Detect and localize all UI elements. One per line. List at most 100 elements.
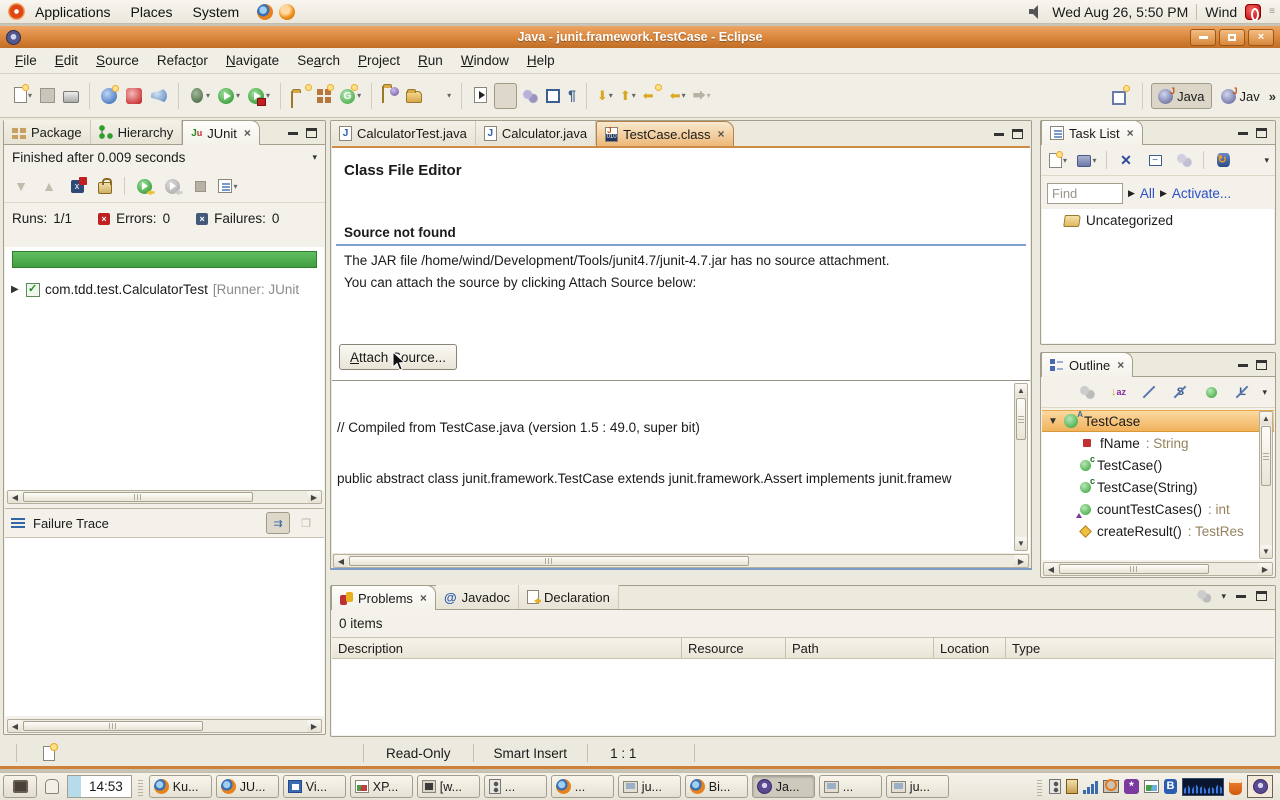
forward-button[interactable]: ⮕ ▾ (691, 83, 713, 109)
outline-member-createresult[interactable]: createResult() : TestRes (1042, 520, 1274, 542)
rerun-failed-first-button[interactable] (161, 176, 183, 196)
sort-button[interactable]: ↓az (1107, 382, 1129, 402)
menu-help[interactable]: Help (518, 48, 564, 74)
eclipse-tray-window[interactable] (1247, 775, 1273, 798)
run-external-button[interactable]: ▾ (245, 83, 272, 109)
perspective-java-browsing-button[interactable]: Jav (1215, 83, 1266, 109)
show-whitespace-button[interactable]: ¶ (566, 83, 578, 109)
window-titlebar[interactable]: Java - junit.framework.TestCase - Eclips… (0, 26, 1280, 48)
expander-icon[interactable]: ▼ (1048, 416, 1058, 427)
minimize-view-icon[interactable] (1236, 594, 1246, 598)
previous-failed-test-button[interactable]: ▲ (38, 176, 60, 196)
scroll-left-icon[interactable]: ◀ (8, 491, 22, 503)
outline-hscrollbar[interactable]: ◀ ▶ (1043, 562, 1273, 576)
taskbar-window-bi[interactable]: Bi... (684, 775, 748, 798)
taskbar-window-ku[interactable]: Ku... (148, 775, 212, 798)
save-button[interactable] (37, 83, 58, 109)
close-tab-icon[interactable]: × (244, 126, 251, 140)
linked-dots-button[interactable] (520, 83, 540, 109)
outline-root-testcase[interactable]: ▼ TestCase (1042, 410, 1274, 432)
taskbar-clock[interactable]: 14:53 (67, 775, 132, 798)
categorize-button[interactable]: ▾ (1076, 150, 1098, 170)
taskbar-window-java-eclipse[interactable]: Ja... (751, 775, 815, 798)
show-trace-in-console-button[interactable]: ⇉ (266, 512, 290, 534)
menu-file[interactable]: File (6, 48, 46, 74)
perspective-java-button[interactable]: Java (1151, 83, 1212, 109)
minimize-view-icon[interactable] (288, 131, 298, 135)
outline-member-fname[interactable]: fName : String (1042, 432, 1274, 454)
menu-search[interactable]: Search (288, 48, 349, 74)
open-perspective-button[interactable] (1105, 83, 1134, 109)
column-description[interactable]: Description (332, 638, 682, 658)
focus-button[interactable] (1076, 382, 1098, 402)
compare-result-button[interactable]: ❐ (294, 512, 318, 534)
taskbar-window-xp[interactable]: XP... (349, 775, 413, 798)
new-wizard-button[interactable]: ▾ (8, 83, 34, 109)
scroll-lock-button[interactable] (94, 176, 116, 196)
ubuntu-one-launcher-icon[interactable] (279, 3, 296, 20)
menu-edit[interactable]: Edit (46, 48, 87, 74)
show-desktop-button[interactable] (3, 775, 37, 798)
junit-view-hscrollbar[interactable]: ◀ ▶ (7, 719, 322, 733)
view-menu-icon[interactable]: ▾ (1262, 387, 1267, 398)
taskbar-window-audio[interactable]: ... (483, 775, 547, 798)
all-link[interactable]: All (1140, 186, 1155, 201)
scroll-left-icon[interactable]: ◀ (334, 555, 348, 567)
scroll-down-icon[interactable]: ▼ (1015, 537, 1027, 550)
scroll-down-icon[interactable]: ▼ (1260, 545, 1272, 558)
column-path[interactable]: Path (786, 638, 934, 658)
taskbar-window-terminal[interactable]: [w... (416, 775, 480, 798)
taskbar-window-ju-1[interactable]: ju... (617, 775, 681, 798)
menu-project[interactable]: Project (349, 48, 409, 74)
tab-calculatortest-java[interactable]: J CalculatorTest.java (331, 121, 476, 145)
code-vscrollbar[interactable]: ▲ ▼ (1014, 383, 1028, 551)
hide-completed-button[interactable]: ✕ (1115, 150, 1137, 170)
user-switcher[interactable]: Wind (1205, 4, 1237, 20)
close-tab-icon[interactable]: × (718, 127, 725, 141)
maximize-view-icon[interactable] (1256, 591, 1267, 601)
scroll-left-icon[interactable]: ◀ (8, 720, 22, 732)
menu-run[interactable]: Run (409, 48, 452, 74)
maximize-view-icon[interactable] (1256, 128, 1267, 138)
minimize-button[interactable] (1190, 28, 1216, 46)
junit-tree-hscrollbar[interactable]: ◀ ▶ (7, 490, 322, 504)
toggle-breadcrumb-button[interactable] (470, 83, 491, 109)
scroll-right-icon[interactable]: ▶ (1014, 555, 1028, 567)
hide-static-button[interactable]: S (1169, 382, 1191, 402)
synchronize-button[interactable] (1212, 150, 1234, 170)
back-button[interactable]: ⬅ ▾ (668, 83, 688, 109)
logout-door-icon[interactable] (1066, 779, 1078, 794)
taskbar-window-ju-firefox[interactable]: JU... (215, 775, 279, 798)
scroll-up-icon[interactable]: ▲ (1015, 384, 1027, 397)
close-button[interactable]: × (1248, 28, 1274, 46)
outline-vscrollbar[interactable]: ▲ ▼ (1259, 411, 1273, 559)
debug-button[interactable]: ▾ (187, 83, 212, 109)
tab-testcase-class[interactable]: TestCase.class× (596, 121, 734, 146)
outline-member-testcase-string-ctor[interactable]: TestCase(String) (1042, 476, 1274, 498)
last-edit-location-button[interactable]: ⬅ (641, 83, 665, 109)
desktop-clock[interactable]: Wed Aug 26, 5:50 PM (1052, 4, 1188, 20)
menu-window[interactable]: Window (452, 48, 518, 74)
bytecode-view[interactable]: // Compiled from TestCase.java (version … (332, 380, 1030, 553)
menu-navigate[interactable]: Navigate (217, 48, 288, 74)
maximize-editor-icon[interactable] (1012, 129, 1023, 139)
scroll-right-icon[interactable]: ▶ (1258, 563, 1272, 575)
open-resource-button[interactable] (404, 83, 424, 109)
taskbar-window-comp[interactable]: ... (818, 775, 882, 798)
screenshot-icon[interactable] (1144, 780, 1159, 793)
focus-icon[interactable] (1197, 589, 1212, 603)
blue-globe-button[interactable] (98, 83, 120, 109)
hide-fields-button[interactable] (1138, 382, 1160, 402)
view-menu-icon[interactable]: ▾ (1264, 155, 1269, 166)
shutdown-icon[interactable] (1245, 3, 1262, 21)
collapse-all-button[interactable]: − (1144, 150, 1166, 170)
test-tree-item[interactable]: ▶ com.tdd.test.CalculatorTest [Runner: J… (5, 279, 324, 300)
menu-system[interactable]: System (183, 0, 250, 24)
activate-link[interactable]: Activate... (1172, 186, 1231, 201)
minimize-view-icon[interactable] (1238, 131, 1248, 135)
search-button[interactable]: ▾ (427, 83, 453, 109)
scroll-up-icon[interactable]: ▲ (1260, 412, 1272, 425)
next-annotation-button[interactable]: ⬇ ▾ (595, 83, 615, 109)
focus-actions-button[interactable] (1173, 150, 1195, 170)
menu-places[interactable]: Places (121, 0, 183, 24)
